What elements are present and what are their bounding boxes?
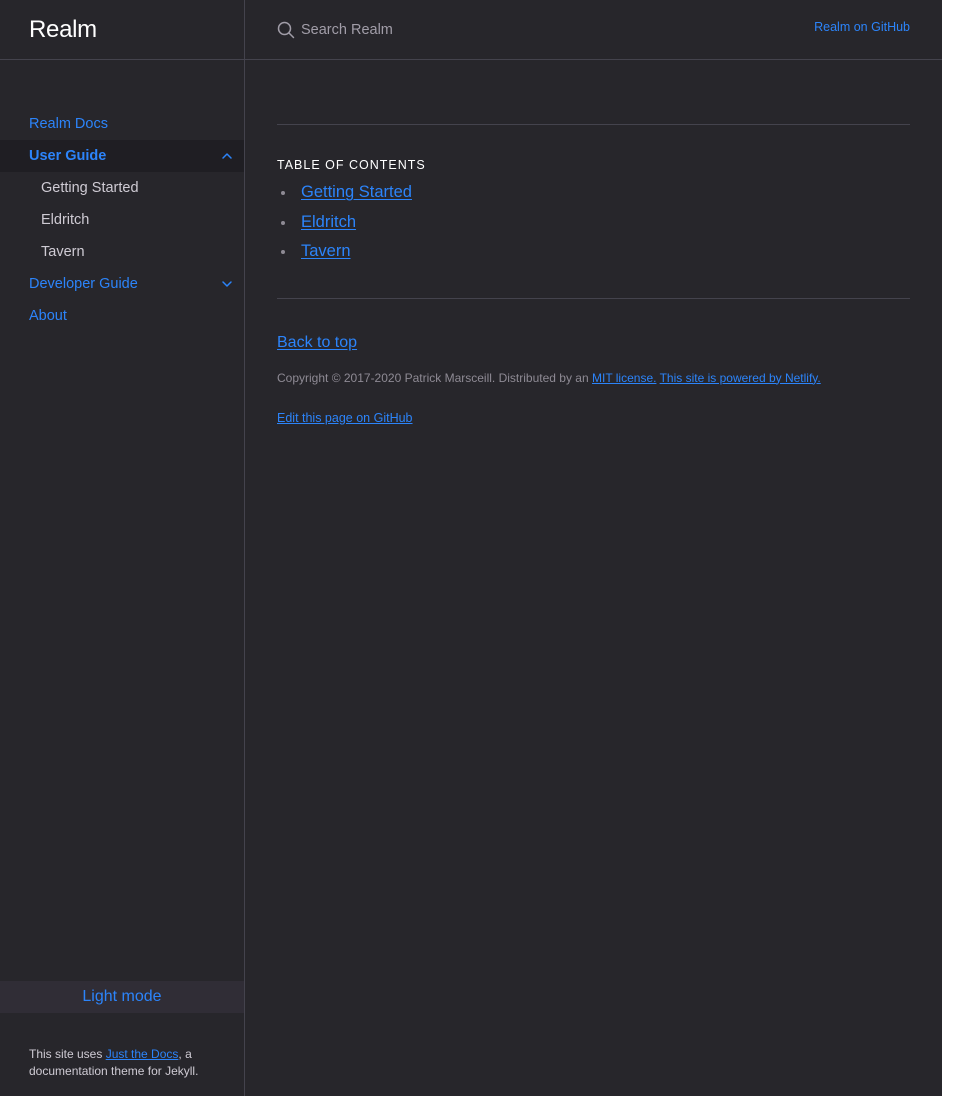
sidebar: Realm Realm Docs User Guide Getting Star…	[0, 0, 245, 1096]
page-content: TABLE OF CONTENTS Getting Started Eldrit…	[277, 124, 910, 427]
sidebar-item-about[interactable]: About	[0, 300, 244, 332]
bullet-icon	[281, 250, 285, 254]
list-item: Getting Started	[277, 178, 910, 208]
toc-heading: TABLE OF CONTENTS	[277, 158, 426, 172]
just-the-docs-link[interactable]: Just the Docs	[106, 1047, 179, 1061]
bullet-icon	[281, 220, 285, 225]
realm-on-github-link[interactable]: Realm on GitHub	[814, 20, 910, 34]
site-title[interactable]: Realm	[29, 16, 97, 44]
sidebar-item-label: Tavern	[41, 244, 85, 260]
search-bar	[277, 19, 601, 41]
main-content: Realm on GitHub TABLE OF CONTENTS Gettin…	[245, 0, 942, 1096]
sidebar-item-label: Realm Docs	[29, 116, 108, 132]
sidebar-item-user-guide[interactable]: User Guide	[0, 140, 244, 172]
light-mode-toggle[interactable]: Light mode	[0, 981, 244, 1013]
divider	[277, 297, 910, 299]
sidebar-item-label: Eldritch	[41, 212, 90, 228]
site-header: Realm	[0, 0, 244, 60]
back-to-top-link[interactable]: Back to top	[277, 334, 357, 352]
sidebar-item-label: User Guide	[29, 148, 107, 164]
footer-prefix: This site uses	[29, 1047, 106, 1061]
netlify-link[interactable]: This site is powered by Netlify.	[660, 371, 821, 385]
bullet-icon	[281, 191, 285, 195]
sidebar-item-getting-started[interactable]: Getting Started	[0, 172, 244, 204]
copyright-label: Copyright © 2017-2020 Patrick Marsceill.…	[277, 370, 592, 385]
edit-page-link[interactable]: Edit this page on GitHub	[277, 411, 413, 425]
sidebar-item-label: About	[29, 308, 67, 324]
toc-list: Getting Started Eldritch Tavern	[277, 178, 910, 267]
main-header: Realm on GitHub	[245, 0, 942, 60]
sidebar-item-tavern[interactable]: Tavern	[0, 236, 244, 268]
sidebar-item-label: Developer Guide	[29, 276, 138, 292]
search-icon	[277, 21, 295, 39]
sidebar-item-label: Getting Started	[41, 180, 139, 196]
mit-license-link[interactable]: MIT license.	[592, 371, 656, 385]
chevron-down-icon[interactable]	[220, 277, 234, 291]
sidebar-item-eldritch[interactable]: Eldritch	[0, 204, 244, 236]
app-window: Realm Realm Docs User Guide Getting Star…	[0, 0, 942, 1096]
sidebar-nav: Realm Docs User Guide Getting Started El…	[0, 108, 244, 332]
sidebar-item-developer-guide[interactable]: Developer Guide	[0, 268, 244, 300]
search-input[interactable]	[301, 19, 601, 41]
toc-link-eldritch[interactable]: Eldritch	[301, 213, 356, 232]
copyright-text: Copyright © 2017-2020 Patrick Marsceill.…	[277, 371, 910, 385]
toc-link-tavern[interactable]: Tavern	[301, 242, 351, 261]
list-item: Eldritch	[277, 208, 910, 238]
toc-link-getting-started[interactable]: Getting Started	[301, 183, 412, 202]
sidebar-footer: This site uses Just the Docs, a document…	[29, 1046, 229, 1080]
chevron-up-icon[interactable]	[220, 149, 234, 163]
divider	[277, 124, 910, 125]
sidebar-item-realm-docs[interactable]: Realm Docs	[0, 108, 244, 140]
list-item: Tavern	[277, 237, 910, 267]
